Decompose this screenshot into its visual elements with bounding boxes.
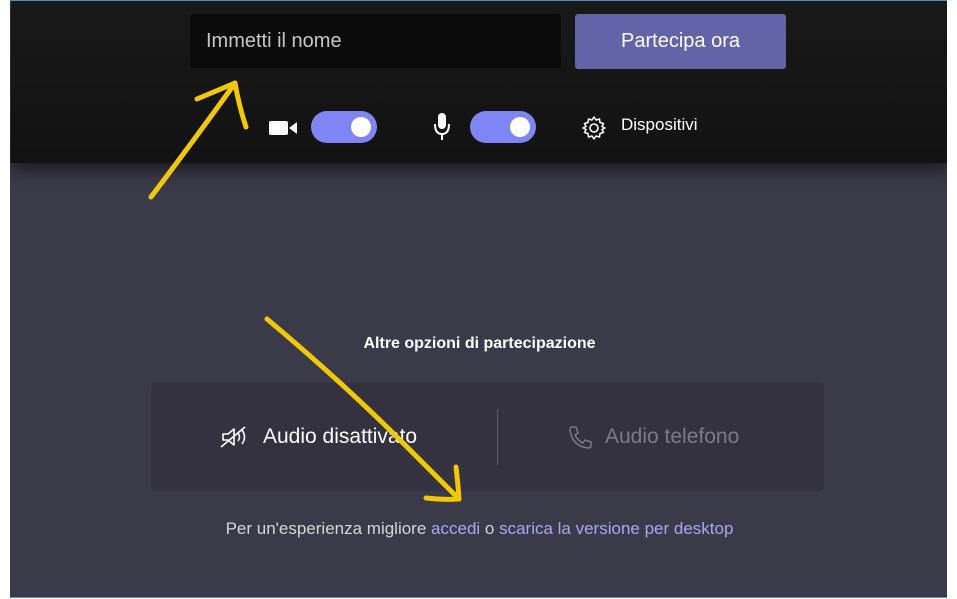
speaker-off-icon xyxy=(220,426,246,448)
microphone-icon xyxy=(434,113,450,140)
name-input[interactable] xyxy=(190,14,561,68)
toggle-knob xyxy=(510,117,530,137)
join-options-box: Audio disattivato Audio telefono xyxy=(151,383,824,491)
phone-audio-label: Audio telefono xyxy=(605,425,740,448)
footer-text: Per un'esperienza migliore accedi o scar… xyxy=(1,519,957,539)
other-options-title: Altre opzioni di partecipazione xyxy=(363,335,596,352)
phone-audio-option[interactable]: Audio telefono xyxy=(567,383,739,491)
audio-off-option[interactable]: Audio disattivato xyxy=(219,383,417,491)
app-frame: Partecipa ora Dispositivi Altre opzioni … xyxy=(0,0,957,598)
phone-icon xyxy=(569,426,592,449)
footer-middle: o xyxy=(480,519,500,538)
gear-icon[interactable] xyxy=(581,115,607,141)
audio-off-label: Audio disattivato xyxy=(263,425,418,448)
right-margin xyxy=(947,0,957,598)
download-desktop-link[interactable]: scarica la versione per desktop xyxy=(499,519,733,538)
footer-prefix: Per un'esperienza migliore xyxy=(225,519,432,538)
signin-link[interactable]: accedi xyxy=(431,519,480,538)
camera-toggle[interactable] xyxy=(311,111,377,143)
join-now-button[interactable]: Partecipa ora xyxy=(575,14,786,69)
divider xyxy=(497,409,498,465)
left-margin xyxy=(0,0,10,598)
toggle-knob xyxy=(351,117,371,137)
microphone-toggle[interactable] xyxy=(470,111,536,143)
camera-icon xyxy=(269,121,297,135)
devices-button[interactable]: Dispositivi xyxy=(621,115,698,135)
